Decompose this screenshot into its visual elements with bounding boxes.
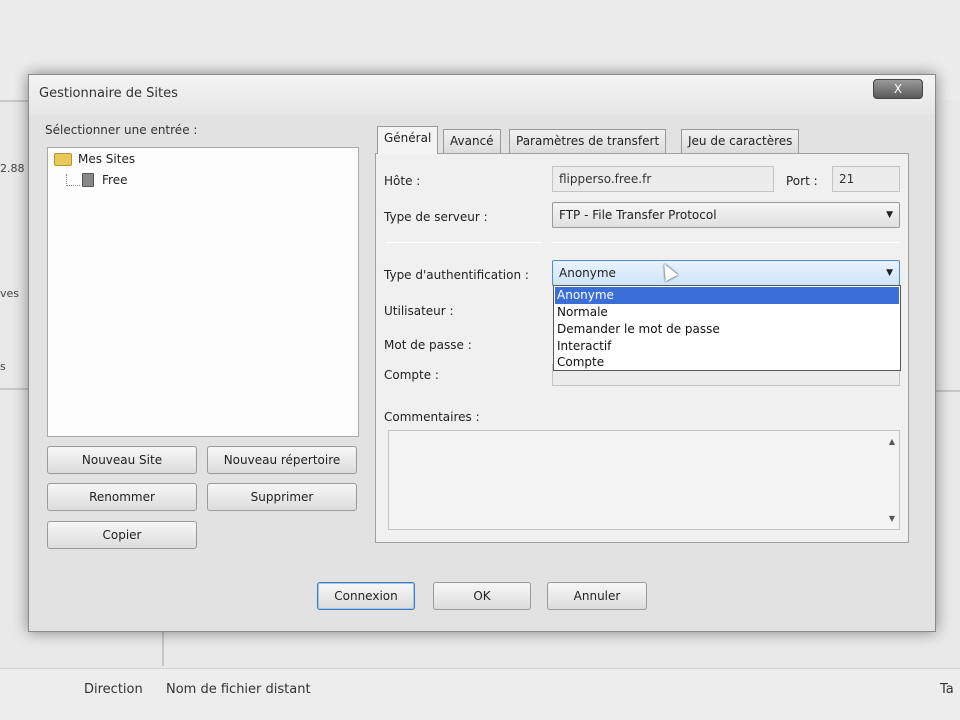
scroll-down-icon[interactable]: ▼ xyxy=(889,514,895,523)
background-fragment: s xyxy=(0,360,6,373)
site-tree[interactable]: Mes Sites Free xyxy=(47,147,359,437)
dropdown-option-ask-password[interactable]: Demander le mot de passe xyxy=(555,321,899,338)
chevron-down-icon: ▼ xyxy=(886,210,893,220)
server-icon xyxy=(82,173,94,187)
tab-transfer-settings[interactable]: Paramètres de transfert xyxy=(509,129,667,153)
server-type-label: Type de serveur : xyxy=(384,210,488,224)
tab-general[interactable]: Général xyxy=(377,126,439,154)
account-label: Compte : xyxy=(384,368,439,382)
server-type-select[interactable]: FTP - File Transfer Protocol ▼ xyxy=(552,202,900,228)
new-folder-button[interactable]: Nouveau répertoire xyxy=(207,446,357,474)
dropdown-option-interactive[interactable]: Interactif xyxy=(555,338,899,355)
user-label: Utilisateur : xyxy=(384,304,454,318)
site-manager-dialog: Gestionnaire de Sites X Sélectionner une… xyxy=(28,74,936,632)
auth-type-value: Anonyme xyxy=(559,266,616,280)
rename-button[interactable]: Renommer xyxy=(47,483,197,511)
new-site-button[interactable]: Nouveau Site xyxy=(47,446,197,474)
tree-label: Sélectionner une entrée : xyxy=(45,123,198,137)
auth-type-select[interactable]: Anonyme ▼ xyxy=(552,260,900,286)
column-header-remote-file[interactable]: Nom de fichier distant xyxy=(166,682,311,697)
ok-button[interactable]: OK xyxy=(433,582,531,610)
dropdown-option-account[interactable]: Compte xyxy=(555,354,899,371)
background-divider xyxy=(936,390,960,392)
close-icon: X xyxy=(893,82,903,96)
chevron-down-icon: ▼ xyxy=(886,268,893,278)
folder-icon xyxy=(54,152,72,166)
tab-advanced[interactable]: Avancé xyxy=(443,129,501,153)
port-label: Port : xyxy=(786,174,818,188)
background-divider xyxy=(162,632,164,666)
auth-type-label: Type d'authentification : xyxy=(384,268,529,282)
host-label: Hôte : xyxy=(384,174,421,188)
background-fragment: 2.88 xyxy=(0,162,25,175)
tree-item-my-sites[interactable]: Mes Sites xyxy=(54,152,135,166)
tree-connector xyxy=(66,174,80,186)
dropdown-option-anonymous[interactable]: Anonyme xyxy=(555,287,899,304)
separator xyxy=(386,242,542,243)
tree-item-label: Mes Sites xyxy=(78,152,136,166)
dialog-title: Gestionnaire de Sites xyxy=(39,86,178,101)
background-fragment: ves xyxy=(0,287,20,300)
tree-item-free[interactable]: Free xyxy=(82,173,127,187)
separator xyxy=(552,242,900,243)
dialog-titlebar[interactable]: Gestionnaire de Sites X xyxy=(29,75,935,115)
connect-button[interactable]: Connexion xyxy=(317,582,415,610)
host-input[interactable]: flipperso.free.fr xyxy=(552,166,774,192)
transfer-queue-header xyxy=(0,668,960,720)
close-button[interactable]: X xyxy=(873,79,923,99)
tab-charset[interactable]: Jeu de caractères xyxy=(681,129,800,153)
column-header-direction[interactable]: Direction xyxy=(84,682,143,697)
auth-type-dropdown-list[interactable]: Anonyme Normale Demander le mot de passe… xyxy=(553,285,901,371)
password-label: Mot de passe : xyxy=(384,338,472,352)
port-input[interactable]: 21 xyxy=(832,166,900,192)
comments-textarea[interactable]: ▲ ▼ xyxy=(388,430,900,530)
scroll-up-icon[interactable]: ▲ xyxy=(889,437,895,446)
delete-button[interactable]: Supprimer xyxy=(207,483,357,511)
cancel-button[interactable]: Annuler xyxy=(547,582,647,610)
copy-button[interactable]: Copier xyxy=(47,521,197,549)
comments-label: Commentaires : xyxy=(384,410,480,424)
tree-item-label: Free xyxy=(102,173,128,187)
column-header-size[interactable]: Ta xyxy=(940,682,954,697)
background-divider xyxy=(0,100,30,102)
dropdown-option-normal[interactable]: Normale xyxy=(555,304,899,321)
background-divider xyxy=(0,388,30,390)
server-type-value: FTP - File Transfer Protocol xyxy=(559,208,717,222)
